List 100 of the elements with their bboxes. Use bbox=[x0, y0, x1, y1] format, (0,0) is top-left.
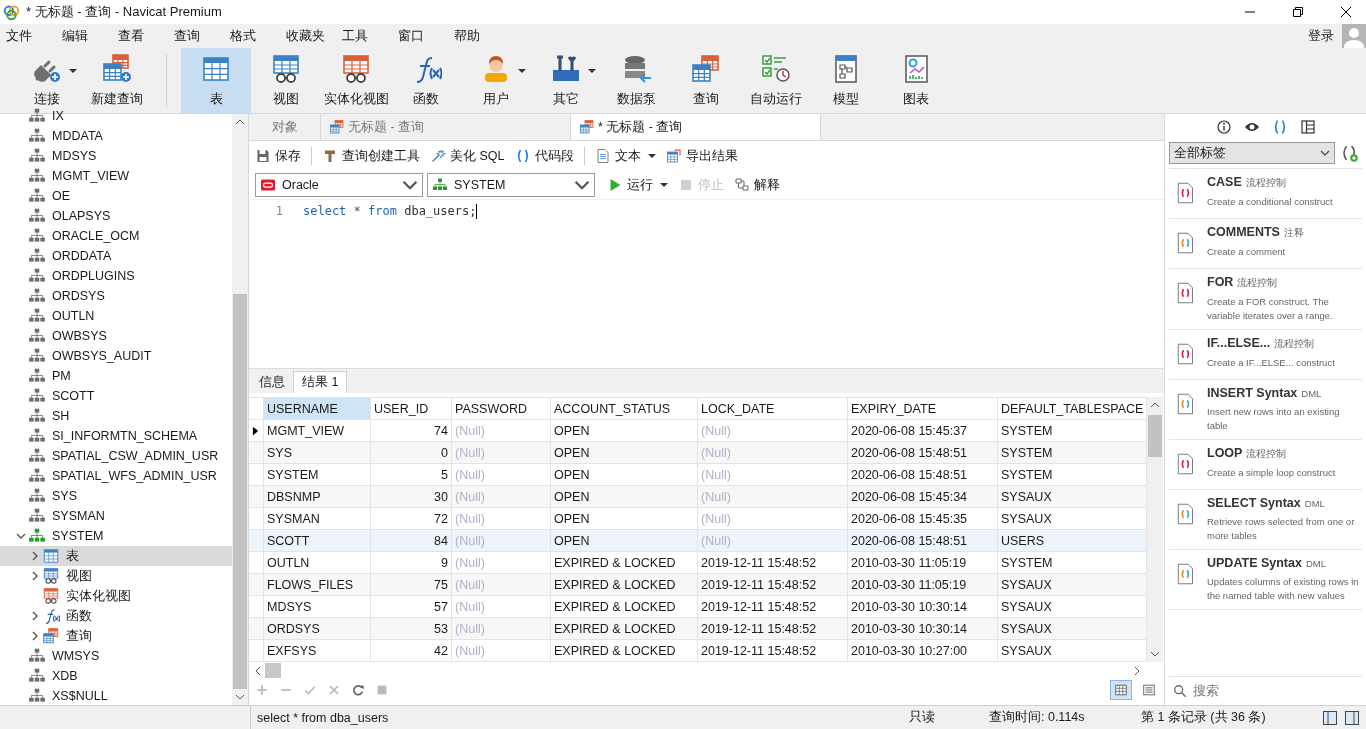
table-cell: OPEN bbox=[550, 529, 698, 552]
menu-item[interactable]: 查看 bbox=[112, 27, 168, 45]
toolbar-button[interactable]: 运行 bbox=[607, 176, 668, 194]
tree-item[interactable]: SI_INFORMTN_SCHEMA bbox=[0, 426, 232, 446]
close-icon[interactable] bbox=[1340, 6, 1352, 18]
tree-item[interactable]: SCOTT bbox=[0, 386, 232, 406]
scroll-up-icon[interactable] bbox=[1150, 400, 1160, 410]
tree-item[interactable]: 视图 bbox=[0, 566, 232, 586]
column-header[interactable]: LOCK_DATE bbox=[697, 397, 848, 420]
snippet-item[interactable]: IF...ELSE... 流程控制 Create a IF...ELSE... construct bbox=[1169, 330, 1362, 380]
menu-item[interactable]: 工具 bbox=[336, 27, 392, 45]
view-mode-button[interactable] bbox=[1110, 680, 1132, 700]
toolbar-button[interactable]: 视图 bbox=[251, 48, 321, 113]
toolbar-button[interactable]: 表 bbox=[181, 48, 251, 113]
toolbar-button[interactable]: 用户 bbox=[461, 48, 531, 113]
scroll-left-icon[interactable] bbox=[253, 665, 263, 676]
menu-item[interactable]: 格式 bbox=[224, 27, 280, 45]
tree-item[interactable]: PM bbox=[0, 366, 232, 386]
tree-item[interactable]: OWBSYS bbox=[0, 326, 232, 346]
tree-item[interactable]: ORDSYS bbox=[0, 286, 232, 306]
toolbar-button[interactable]: 导出结果 bbox=[665, 147, 738, 165]
column-header[interactable]: EXPIRY_DATE bbox=[847, 397, 998, 420]
status-text: 第 1 条记录 (共 36 条) bbox=[1140, 709, 1267, 726]
scrollbar-thumb[interactable] bbox=[265, 663, 281, 678]
column-header[interactable]: DEFAULT_TABLESPACE bbox=[997, 397, 1147, 420]
column-header[interactable]: USER_ID bbox=[370, 397, 452, 420]
tree-item[interactable]: SH bbox=[0, 406, 232, 426]
search-field[interactable]: 搜索 bbox=[1191, 683, 1345, 699]
tree-item[interactable]: MDDATA bbox=[0, 126, 232, 146]
tree-item[interactable]: WMSYS bbox=[0, 646, 232, 666]
toolbar-button[interactable]: 文本 bbox=[594, 147, 656, 165]
snippet-item[interactable]: COMMENTS 注释 Create a comment bbox=[1169, 219, 1362, 269]
snippet-item[interactable]: INSERT Syntax DML Insert new rows into an existing table bbox=[1169, 380, 1362, 440]
tab[interactable]: 结果 1 bbox=[293, 371, 348, 393]
tree-item[interactable]: ORDDATA bbox=[0, 246, 232, 266]
snippet-item[interactable]: UPDATE Syntax DML Updates columns of existing rows in the named table with new values bbox=[1169, 550, 1362, 610]
scrollbar[interactable] bbox=[1147, 397, 1163, 662]
toolbar-button[interactable]: 图表 bbox=[881, 48, 951, 113]
tree-item[interactable]: MDSYS bbox=[0, 146, 232, 166]
connection-select[interactable]: Oracle bbox=[255, 173, 423, 197]
snippet-item[interactable]: CASE 流程控制 Create a conditional construct bbox=[1169, 169, 1362, 219]
tree-item[interactable]: SPATIAL_CSW_ADMIN_USR bbox=[0, 446, 232, 466]
column-header[interactable]: PASSWORD bbox=[451, 397, 551, 420]
tree-item[interactable]: ORDPLUGINS bbox=[0, 266, 232, 286]
tree-item[interactable]: SYS bbox=[0, 486, 232, 506]
menu-item[interactable]: 查询 bbox=[168, 27, 224, 45]
tab[interactable]: 信息 bbox=[251, 371, 293, 393]
login-link[interactable]: 登录 bbox=[1308, 27, 1334, 45]
menu-item[interactable]: 编辑 bbox=[56, 27, 112, 45]
tab[interactable]: * 无标题 - 查询 bbox=[571, 114, 821, 140]
scrollbar-thumb[interactable] bbox=[1148, 415, 1162, 457]
snippet-item[interactable]: LOOP 流程控制 Create a simple loop construct bbox=[1169, 440, 1362, 490]
tree-item[interactable]: SYSMAN bbox=[0, 506, 232, 526]
tab[interactable]: 对象 bbox=[249, 114, 321, 140]
snippet-item[interactable]: SELECT Syntax DML Retrieve rows selected from one or more tables bbox=[1169, 490, 1362, 550]
menu-item[interactable]: 帮助 bbox=[448, 27, 504, 45]
tree-item[interactable]: 表 bbox=[0, 546, 232, 566]
tree-item[interactable]: 查询 bbox=[0, 626, 232, 646]
scrollbar[interactable] bbox=[232, 114, 248, 705]
toolbar-button[interactable]: 代码段 bbox=[514, 147, 574, 165]
menu-item[interactable]: 窗口 bbox=[392, 27, 448, 45]
snippet-item[interactable]: FOR 流程控制 Create a FOR construct. The variable iterates over a range. bbox=[1169, 269, 1362, 330]
tag-filter-select[interactable]: 全部标签 bbox=[1169, 142, 1335, 164]
column-header[interactable]: USERNAME bbox=[263, 397, 371, 420]
column-header[interactable]: ACCOUNT_STATUS bbox=[550, 397, 698, 420]
toolbar-button[interactable]: 美化 SQL bbox=[430, 147, 505, 165]
tree-item[interactable]: MGMT_VIEW bbox=[0, 166, 232, 186]
toolbar-button[interactable]: 保存 bbox=[255, 147, 301, 165]
scrollbar-thumb[interactable] bbox=[233, 294, 247, 689]
tree-item[interactable]: OLAPSYS bbox=[0, 206, 232, 226]
restore-icon[interactable] bbox=[1292, 6, 1304, 18]
panel-toggle-icon[interactable] bbox=[1344, 709, 1360, 726]
scroll-down-icon[interactable] bbox=[1150, 649, 1160, 659]
tree-item[interactable]: ORACLE_OCM bbox=[0, 226, 232, 246]
toolbar-button[interactable]: 数据泵 bbox=[601, 48, 671, 113]
menu-item[interactable]: 收藏夹 bbox=[280, 27, 336, 45]
tree-item[interactable]: 实体化视图 bbox=[0, 586, 232, 606]
toolbar-button[interactable]: 解释 bbox=[734, 176, 780, 194]
tree-item[interactable]: OWBSYS_AUDIT bbox=[0, 346, 232, 366]
tree-item[interactable]: XS$NULL bbox=[0, 686, 232, 705]
tree-item[interactable]: XDB bbox=[0, 666, 232, 686]
menu-item[interactable]: 文件 bbox=[0, 27, 56, 45]
toolbar-button[interactable]: 实体化视图 bbox=[321, 48, 391, 113]
toolbar-button[interactable]: 函数 bbox=[391, 48, 461, 113]
toolbar-button[interactable]: 查询创建工具 bbox=[322, 147, 420, 165]
toolbar-button[interactable]: 其它 bbox=[531, 48, 601, 113]
scroll-up-icon[interactable] bbox=[235, 117, 245, 127]
scroll-down-icon[interactable] bbox=[235, 692, 245, 702]
toolbar-button[interactable]: 模型 bbox=[811, 48, 881, 113]
toolbar-button[interactable]: 查询 bbox=[671, 48, 741, 113]
toolbar-button[interactable]: 自动运行 bbox=[741, 48, 811, 113]
schema-select[interactable]: SYSTEM bbox=[427, 173, 595, 197]
tree-item[interactable]: OE bbox=[0, 186, 232, 206]
scroll-right-icon[interactable] bbox=[1132, 665, 1142, 676]
tree-item[interactable]: OUTLN bbox=[0, 306, 232, 326]
panel-toggle-icon[interactable] bbox=[1322, 709, 1338, 726]
tree-item[interactable]: SPATIAL_WFS_ADMIN_USR bbox=[0, 466, 232, 486]
tree-item[interactable]: SYSTEM bbox=[0, 526, 232, 546]
table-cell: SYSAUX bbox=[997, 639, 1147, 662]
tree-item[interactable]: 函数 bbox=[0, 606, 232, 626]
